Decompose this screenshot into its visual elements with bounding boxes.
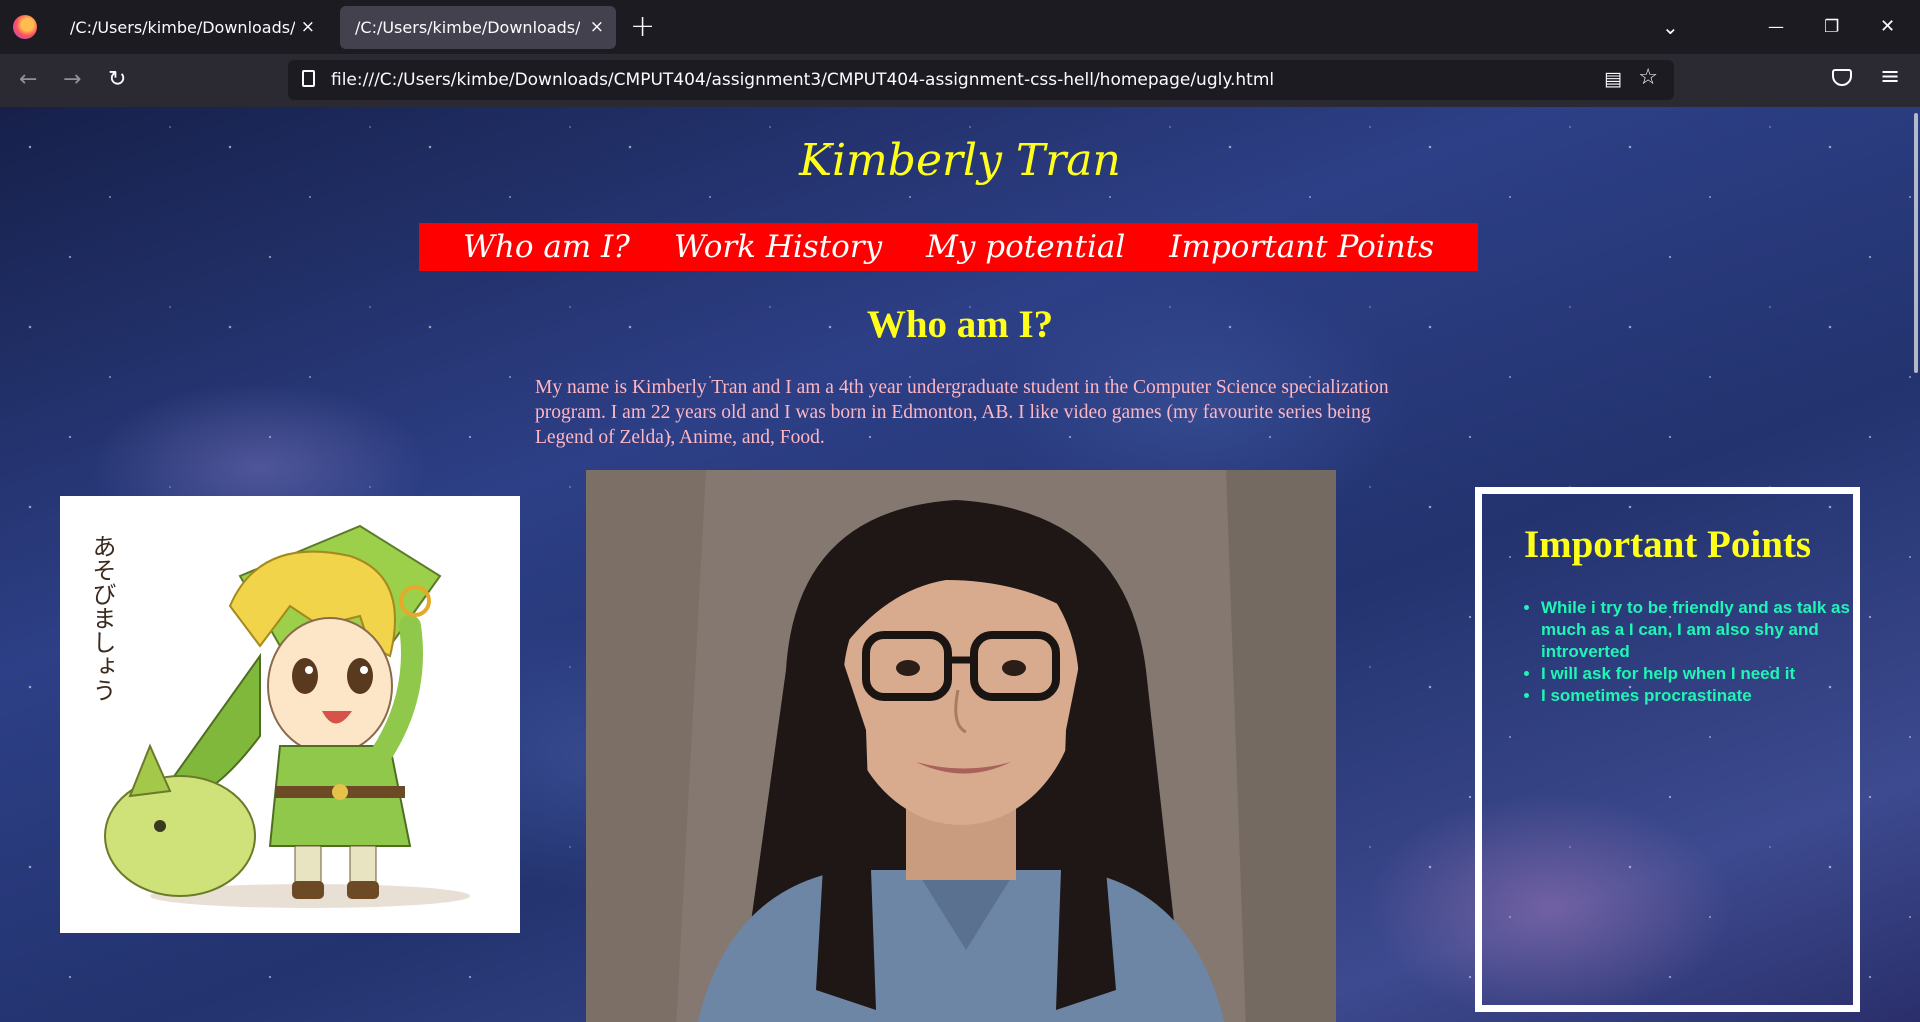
- profile-photo: [586, 470, 1336, 1022]
- list-item: I will ask for help when I need it: [1541, 663, 1861, 685]
- important-points-list: While i try to be friendly and as talk a…: [1521, 597, 1861, 707]
- url-text[interactable]: file:///C:/Users/kimbe/Downloads/CMPUT40…: [331, 60, 1274, 100]
- section-heading: Who am I?: [866, 303, 1054, 346]
- important-points-box: Important Points While i try to be frien…: [1475, 487, 1860, 1012]
- important-points-title: Important Points: [1523, 523, 1812, 566]
- firefox-logo-icon[interactable]: [13, 15, 37, 39]
- tab-bar: /C:/Users/kimbe/Downloads/CMPUT404 × /C:…: [0, 0, 1920, 54]
- bookmark-star-icon[interactable]: ☆: [1638, 65, 1658, 90]
- tab-title: /C:/Users/kimbe/Downloads/CMPUT404: [355, 18, 580, 37]
- page-document-icon: [302, 70, 315, 87]
- close-tab-icon[interactable]: ×: [301, 6, 315, 49]
- nav-link-who-am-i[interactable]: Who am I?: [463, 229, 630, 265]
- reload-icon[interactable]: ↻: [108, 63, 126, 97]
- nav-link-important-points[interactable]: Important Points: [1169, 229, 1434, 265]
- new-tab-button[interactable]: +: [630, 10, 655, 44]
- anime-illustration-image: あそびましょう: [60, 496, 520, 933]
- site-nav-bar: Who am I? Work History My potential Impo…: [419, 223, 1478, 271]
- tab-title: /C:/Users/kimbe/Downloads/CMPUT404: [70, 18, 295, 37]
- about-paragraph: My name is Kimberly Tran and I am a 4th …: [535, 377, 1389, 448]
- chibi-link-drawing: あそびましょう: [88, 524, 470, 908]
- reader-view-icon[interactable]: ▤: [1604, 68, 1622, 90]
- tab-1[interactable]: /C:/Users/kimbe/Downloads/CMPUT404 ×: [55, 6, 327, 49]
- list-item: While i try to be friendly and as talk a…: [1541, 597, 1861, 663]
- url-bar[interactable]: file:///C:/Users/kimbe/Downloads/CMPUT40…: [288, 60, 1674, 100]
- close-window-icon[interactable]: ✕: [1880, 10, 1895, 44]
- minimize-icon[interactable]: —: [1768, 10, 1784, 44]
- anime-japanese-text: あそびましょう: [88, 534, 116, 702]
- site-title: Kimberly Tran: [799, 135, 1121, 186]
- profile-photo-drawing: [586, 470, 1336, 1022]
- back-arrow-icon[interactable]: ←: [19, 63, 37, 97]
- tab-list-chevron-icon[interactable]: ⌄: [1662, 10, 1679, 44]
- restore-icon[interactable]: ❐: [1824, 10, 1839, 44]
- page-viewport: Kimberly Tran Who am I? Work History My …: [0, 107, 1920, 1022]
- nav-link-work-history[interactable]: Work History: [674, 229, 882, 265]
- hamburger-menu-icon[interactable]: ≡: [1880, 62, 1900, 90]
- close-tab-icon[interactable]: ×: [590, 6, 604, 49]
- nav-link-my-potential[interactable]: My potential: [926, 229, 1125, 265]
- vertical-scrollbar[interactable]: [1914, 113, 1918, 373]
- tab-2-active[interactable]: /C:/Users/kimbe/Downloads/CMPUT404 ×: [340, 6, 616, 49]
- forward-arrow-icon[interactable]: →: [63, 63, 81, 97]
- list-item: I sometimes procrastinate: [1541, 685, 1861, 707]
